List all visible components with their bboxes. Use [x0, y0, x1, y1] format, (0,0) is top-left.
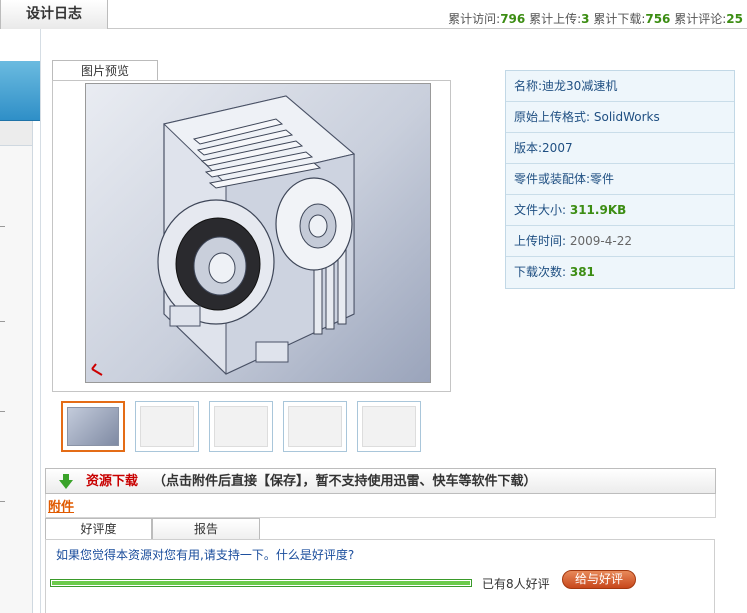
top-bar: 设计日志 累计访问:796 累计上传:3 累计下载:756 累计评论:25 — [0, 0, 747, 29]
info-upload-time: 上传时间: 2009-4-22 — [506, 226, 734, 257]
info-time-label: 上传时间: — [514, 234, 570, 248]
thumbnail-placeholder-icon — [140, 406, 194, 447]
site-stats: 累计访问:796 累计上传:3 累计下载:756 累计评论:25 — [448, 10, 743, 27]
tab-report[interactable]: 报告 — [152, 518, 260, 540]
gearbox-drawing — [91, 95, 356, 376]
download-section-header: 资源下载 （点击附件后直接【保存】，暂不支持使用迅雷、快车等软件下载） — [45, 468, 716, 494]
attachment-link[interactable]: 附件 — [48, 496, 74, 515]
info-name-label: 名称: — [514, 79, 543, 93]
thumbnail-placeholder-icon — [214, 406, 268, 447]
tab-design-log[interactable]: 设计日志 — [0, 0, 108, 29]
comments-count: 25 — [726, 12, 743, 26]
uploads-label: 累计上传: — [529, 12, 582, 26]
info-version: 版本:2007 — [506, 133, 734, 164]
downloads-count: 756 — [645, 12, 671, 26]
thumbnail-placeholder-icon — [288, 406, 342, 447]
thumbnail[interactable] — [61, 401, 125, 452]
info-size-value: 311.9KB — [569, 203, 627, 217]
info-downloads-value: 381 — [569, 265, 595, 279]
info-name: 名称:迪龙30减速机 — [506, 71, 734, 102]
info-version-label: 版本: — [514, 141, 543, 155]
comments-label: 累计评论: — [674, 12, 727, 26]
preview-box — [52, 80, 451, 392]
info-format-label: 原始上传格式: — [514, 110, 594, 124]
gearbox-preview-image[interactable] — [85, 83, 431, 383]
download-note: （点击附件后直接【保存】，暂不支持使用迅雷、快车等软件下载） — [153, 474, 537, 489]
info-format-value: SolidWorks — [593, 110, 660, 124]
info-downloads-label: 下载次数: — [514, 265, 570, 279]
thumbnail-placeholder-icon — [362, 406, 416, 447]
rating-panel: 如果您觉得本资源对您有用,请支持一下。什么是好评度? 已有8人好评 给与好评 — [45, 539, 715, 613]
sidebar-panel-head — [0, 121, 32, 146]
rating-count: 已有8人好评 — [482, 577, 550, 591]
info-size-label: 文件大小: — [514, 203, 570, 217]
info-type-label: 零件或装配体: — [514, 172, 591, 186]
tab-image-preview[interactable]: 图片预览 — [52, 60, 158, 81]
info-size: 文件大小: 311.9KB — [506, 195, 734, 226]
rating-progress-fill — [52, 581, 470, 585]
thumbnail[interactable] — [209, 401, 273, 452]
visits-label: 累计访问: — [448, 12, 501, 26]
info-version-value: 2007 — [542, 141, 573, 155]
sidebar-panel — [0, 121, 33, 613]
thumbnail[interactable] — [283, 401, 347, 452]
info-type: 零件或装配体:零件 — [506, 164, 734, 195]
thumbnail[interactable] — [135, 401, 199, 452]
thumbnail[interactable] — [357, 401, 421, 452]
info-type-value: 零件 — [590, 172, 615, 186]
sidebar-divider — [0, 411, 5, 412]
tab-rating[interactable]: 好评度 — [45, 518, 152, 541]
info-time-value: 2009-4-22 — [569, 234, 632, 248]
thumbnail-image — [67, 407, 119, 446]
attachment-row: 附件 — [45, 494, 716, 518]
sidebar-divider — [0, 501, 5, 502]
give-good-rating-button[interactable]: 给与好评 — [562, 570, 636, 589]
uploads-count: 3 — [581, 12, 590, 26]
visits-count: 796 — [500, 12, 526, 26]
file-info-panel: 名称:迪龙30减速机 原始上传格式: SolidWorks 版本:2007 零件… — [505, 70, 735, 289]
info-format: 原始上传格式: SolidWorks — [506, 102, 734, 133]
rating-question[interactable]: 如果您觉得本资源对您有用,请支持一下。什么是好评度? — [56, 546, 354, 563]
sidebar-header — [0, 61, 40, 121]
download-title: 资源下载 — [86, 474, 139, 489]
sidebar-divider — [0, 226, 5, 227]
info-downloads: 下载次数: 381 — [506, 257, 734, 288]
sidebar — [0, 29, 40, 613]
downloads-label: 累计下载: — [593, 12, 646, 26]
download-arrow-icon — [59, 474, 73, 489]
info-name-value: 迪龙30减速机 — [542, 79, 618, 93]
rating-progress-bar — [50, 579, 472, 587]
sidebar-divider — [0, 321, 5, 322]
